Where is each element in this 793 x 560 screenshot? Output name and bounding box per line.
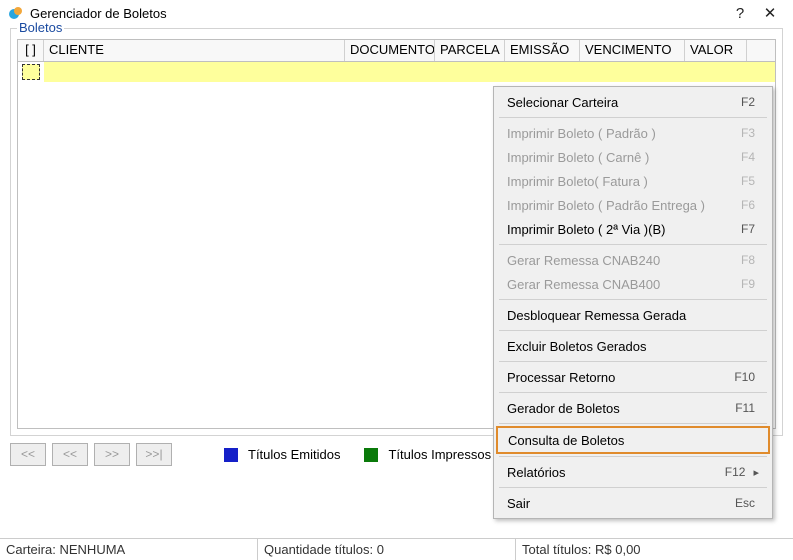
menu-item-shortcut: F4 (741, 150, 755, 164)
col-valor[interactable]: VALOR (685, 40, 747, 61)
menu-item-label: Processar Retorno (507, 370, 734, 385)
menu-item-label: Sair (507, 496, 735, 511)
menu-item-label: Gerador de Boletos (507, 401, 735, 416)
menu-item-shortcut: Esc (735, 496, 755, 510)
menu-item: Gerar Remessa CNAB240F8 (497, 248, 769, 272)
menu-item[interactable]: Selecionar CarteiraF2 (497, 90, 769, 114)
status-total-value: R$ 0,00 (595, 542, 641, 557)
menu-item-label: Gerar Remessa CNAB240 (507, 253, 741, 268)
menu-item: Imprimir Boleto ( Padrão )F3 (497, 121, 769, 145)
legend-emitidos-color (224, 448, 238, 462)
menu-item: Gerar Remessa CNAB400F9 (497, 272, 769, 296)
menu-item-label: Excluir Boletos Gerados (507, 339, 759, 354)
context-menu[interactable]: Selecionar CarteiraF2 Imprimir Boleto ( P… (493, 86, 773, 519)
menu-item[interactable]: Excluir Boletos Gerados (497, 334, 769, 358)
menu-separator (499, 299, 767, 300)
app-icon (8, 5, 24, 21)
status-bar: Carteira: NENHUMA Quantidade títulos: 0 … (0, 538, 793, 560)
status-carteira: Carteira: NENHUMA (0, 539, 258, 560)
menu-separator (499, 244, 767, 245)
menu-item-label: Gerar Remessa CNAB400 (507, 277, 741, 292)
nav-first[interactable]: << (10, 443, 46, 466)
menu-item-shortcut: F7 (741, 222, 755, 236)
col-documento[interactable]: DOCUMENTO (345, 40, 435, 61)
menu-item-label: Selecionar Carteira (507, 95, 741, 110)
legend-impressos-label: Títulos Impressos (388, 447, 491, 462)
col-cliente[interactable]: CLIENTE (44, 40, 345, 61)
menu-separator (499, 423, 767, 424)
col-check[interactable]: [ ] (18, 40, 44, 61)
col-vencimento[interactable]: VENCIMENTO (580, 40, 685, 61)
table-header: [ ] CLIENTE DOCUMENTO PARCELA EMISSÃO VE… (18, 40, 775, 62)
status-qtd-value: 0 (377, 542, 384, 557)
menu-item-label: Consulta de Boletos (508, 433, 758, 448)
menu-item[interactable]: SairEsc (497, 491, 769, 515)
menu-item-label: Desbloquear Remessa Gerada (507, 308, 759, 323)
col-emissao[interactable]: EMISSÃO (505, 40, 580, 61)
nav-next[interactable]: >> (94, 443, 130, 466)
menu-item[interactable]: RelatóriosF12 (497, 460, 769, 484)
status-total-label: Total títulos: (522, 542, 591, 557)
menu-item-shortcut: F3 (741, 126, 755, 140)
status-qtd: Quantidade títulos: 0 (258, 539, 516, 560)
menu-item-label: Imprimir Boleto ( Carnê ) (507, 150, 741, 165)
menu-item-label: Imprimir Boleto ( Padrão Entrega ) (507, 198, 741, 213)
nav-last[interactable]: >>| (136, 443, 172, 466)
menu-item-label: Imprimir Boleto ( 2ª Via )(B) (507, 222, 741, 237)
group-label: Boletos (17, 20, 64, 35)
menu-separator (499, 361, 767, 362)
row-check-cell[interactable] (18, 62, 44, 82)
table-row[interactable] (18, 62, 775, 82)
menu-item-shortcut: F8 (741, 253, 755, 267)
menu-item-shortcut: F9 (741, 277, 755, 291)
help-button[interactable]: ? (725, 5, 755, 22)
menu-item-label: Imprimir Boleto( Fatura ) (507, 174, 741, 189)
row-checkbox[interactable] (22, 64, 40, 80)
menu-separator (499, 487, 767, 488)
menu-item[interactable]: Desbloquear Remessa Gerada (497, 303, 769, 327)
status-carteira-label: Carteira: (6, 542, 56, 557)
titlebar: Gerenciador de Boletos ? ✕ (0, 0, 793, 26)
menu-separator (499, 392, 767, 393)
menu-item-shortcut: F5 (741, 174, 755, 188)
status-qtd-label: Quantidade títulos: (264, 542, 373, 557)
menu-separator (499, 330, 767, 331)
nav-prev[interactable]: << (52, 443, 88, 466)
menu-separator (499, 117, 767, 118)
menu-item: Imprimir Boleto ( Carnê )F4 (497, 145, 769, 169)
menu-item[interactable]: Imprimir Boleto ( 2ª Via )(B)F7 (497, 217, 769, 241)
menu-item[interactable]: Gerador de BoletosF11 (497, 396, 769, 420)
status-carteira-value: NENHUMA (59, 542, 125, 557)
menu-item: Imprimir Boleto( Fatura )F5 (497, 169, 769, 193)
menu-item-label: Imprimir Boleto ( Padrão ) (507, 126, 741, 141)
legend-impressos-color (364, 448, 378, 462)
menu-item[interactable]: Consulta de Boletos (496, 426, 770, 454)
menu-item-shortcut: F10 (734, 370, 755, 384)
col-parcela[interactable]: PARCELA (435, 40, 505, 61)
close-button[interactable]: ✕ (755, 4, 785, 22)
menu-item-shortcut: F12 (725, 465, 746, 479)
menu-item: Imprimir Boleto ( Padrão Entrega )F6 (497, 193, 769, 217)
menu-item-shortcut: F2 (741, 95, 755, 109)
col-spacer (747, 40, 775, 61)
menu-item-label: Relatórios (507, 465, 725, 480)
menu-item[interactable]: Processar RetornoF10 (497, 365, 769, 389)
row-selected-band[interactable] (44, 62, 775, 82)
legend-emitidos-label: Títulos Emitidos (248, 447, 340, 462)
window-title: Gerenciador de Boletos (30, 6, 725, 21)
menu-item-shortcut: F6 (741, 198, 755, 212)
status-total: Total títulos: R$ 0,00 (516, 539, 793, 560)
menu-separator (499, 456, 767, 457)
menu-item-shortcut: F11 (735, 401, 755, 415)
